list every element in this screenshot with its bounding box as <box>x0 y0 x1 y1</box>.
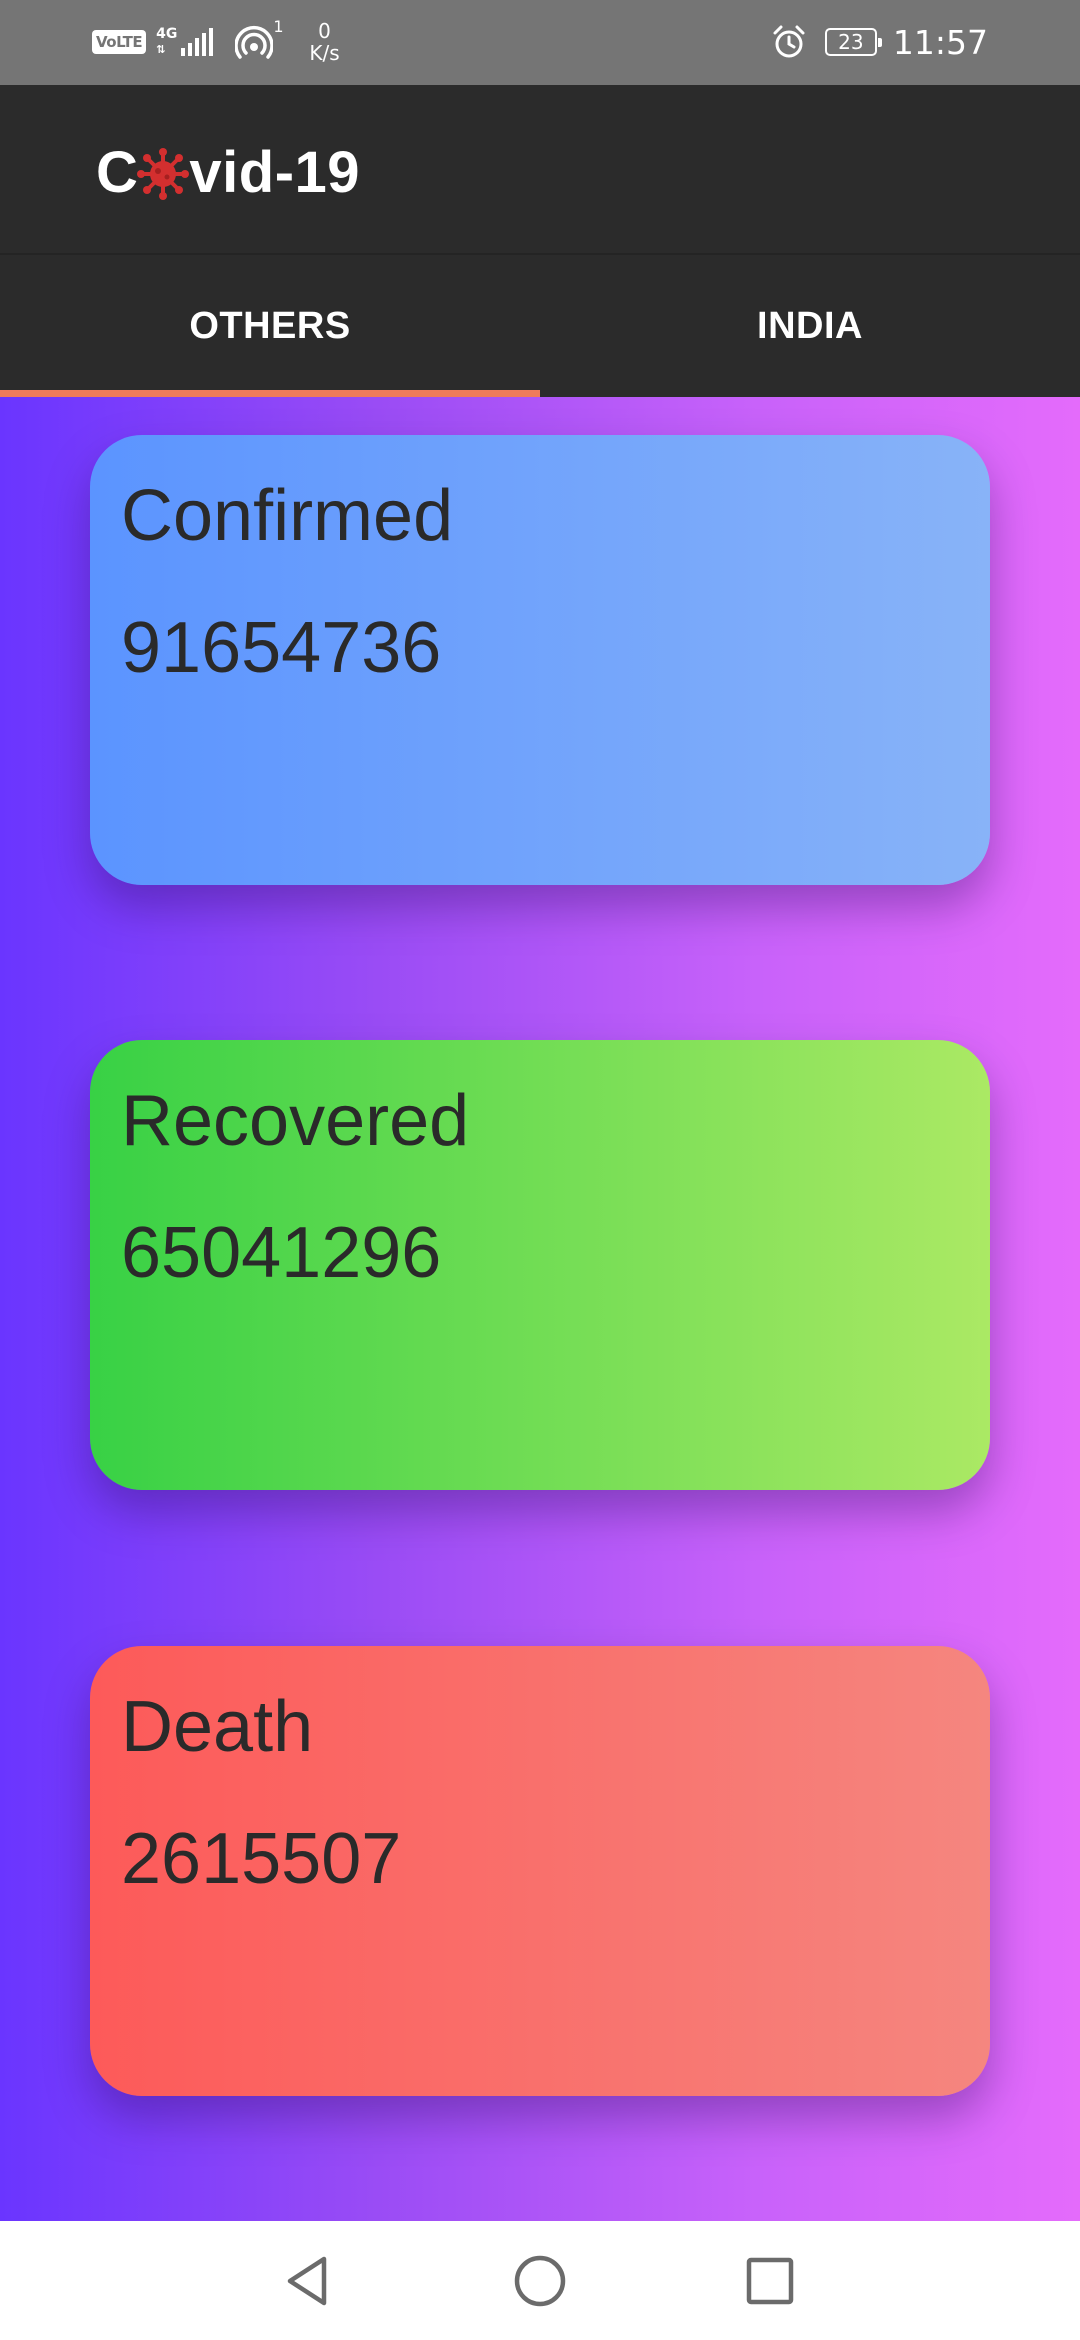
network-type-icon: 4G ⇅ <box>156 26 177 58</box>
battery-icon: 23 <box>824 28 882 56</box>
confirmed-label: Confirmed <box>121 476 454 556</box>
clock: 11:57 <box>892 22 988 62</box>
back-icon[interactable] <box>278 2251 338 2311</box>
network-speed-unit: K/s <box>309 41 340 65</box>
death-value: 2615507 <box>121 1819 402 1899</box>
data-arrows-icon: ⇅ <box>156 43 166 56</box>
hotspot-count: 1 <box>273 17 284 36</box>
virus-icon <box>137 147 190 200</box>
tab-others[interactable]: OTHERS <box>0 255 540 397</box>
confirmed-card: Confirmed 91654736 <box>90 435 990 885</box>
death-label: Death <box>121 1687 314 1767</box>
tab-bar: OTHERS INDIA <box>0 255 1080 397</box>
home-icon[interactable] <box>510 2251 570 2311</box>
confirmed-value: 91654736 <box>121 608 442 688</box>
volte-icon: VoLTE <box>92 30 147 54</box>
recovered-card: Recovered 65041296 <box>90 1040 990 1490</box>
stats-content[interactable]: Confirmed 91654736 Recovered 65041296 De… <box>0 397 1080 2221</box>
navigation-bar <box>0 2221 1080 2340</box>
app-title-prefix: C <box>96 140 139 205</box>
app-title: C vid-19 <box>96 139 360 206</box>
network-speed: 0 K/s <box>309 20 339 64</box>
recents-icon[interactable] <box>740 2251 800 2311</box>
tab-others-label: OTHERS <box>189 304 351 347</box>
hotspot-icon: 1 <box>234 17 284 61</box>
signal-strength-icon <box>181 28 214 56</box>
app-title-suffix: vid-19 <box>189 140 361 205</box>
recovered-label: Recovered <box>121 1081 470 1161</box>
tab-india-label: INDIA <box>757 304 863 347</box>
tab-india[interactable]: INDIA <box>540 255 1080 397</box>
death-card: Death 2615507 <box>90 1646 990 2096</box>
tab-indicator <box>0 390 540 397</box>
recovered-value: 65041296 <box>121 1213 442 1293</box>
network-type-label: 4G <box>156 26 178 42</box>
alarm-icon <box>771 24 807 60</box>
status-right: 23 11:57 <box>771 18 988 66</box>
app-bar: C vid-19 <box>0 85 1080 255</box>
network-speed-value: 0 <box>318 19 331 43</box>
status-bar: VoLTE 4G ⇅ 1 0 K/s 23 11:57 <box>0 0 1080 85</box>
status-left: VoLTE 4G ⇅ 1 0 K/s <box>92 17 340 64</box>
